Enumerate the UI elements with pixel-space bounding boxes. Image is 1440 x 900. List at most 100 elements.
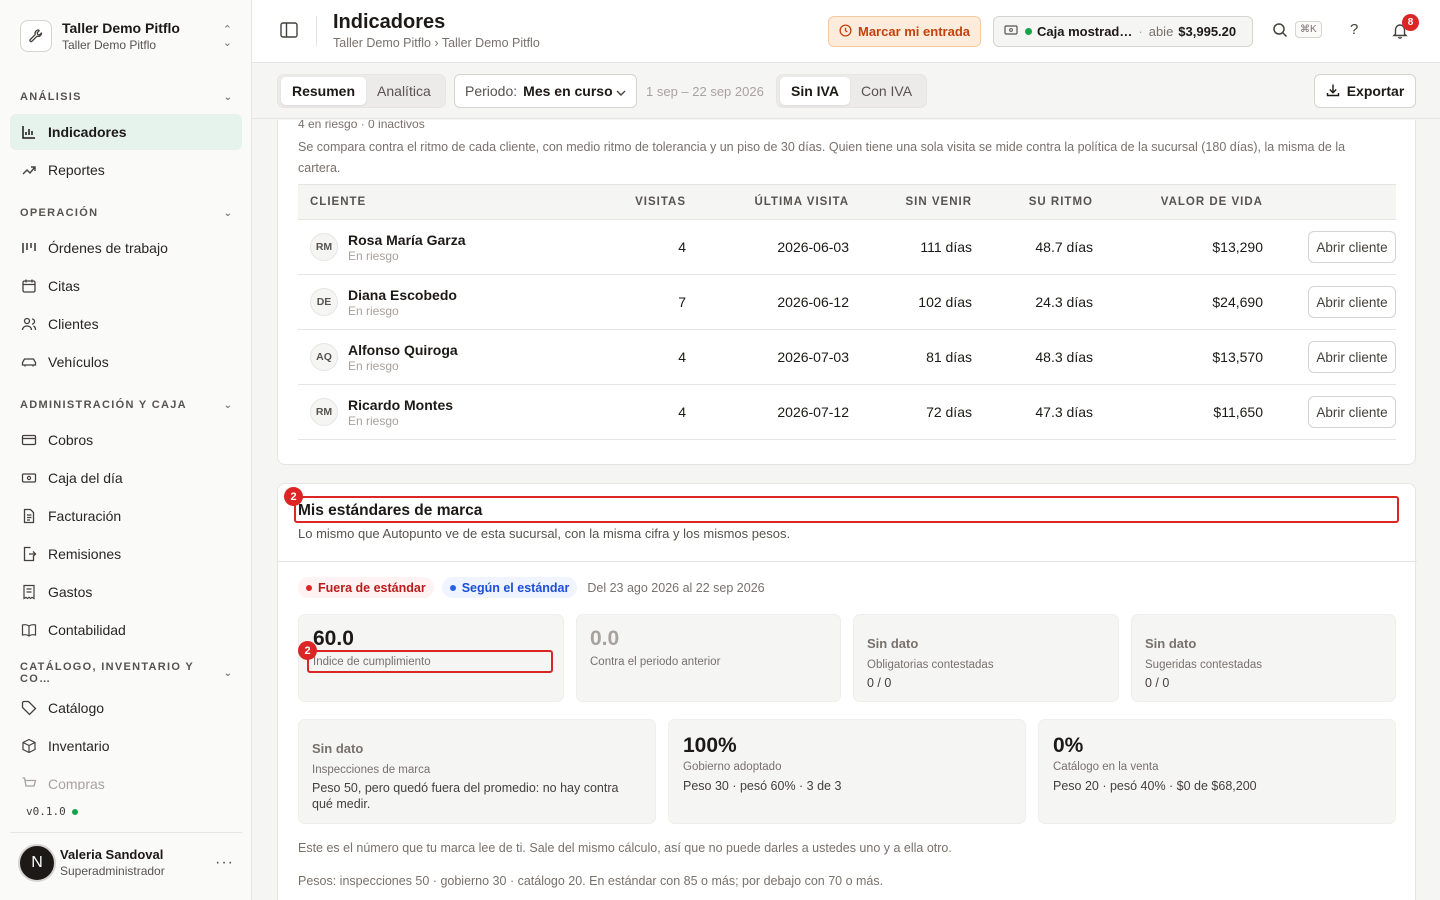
cell-rhythm: 48.7 días xyxy=(1035,239,1093,255)
credit-card-icon xyxy=(20,431,38,449)
sidebar-item-label: Caja del día xyxy=(48,470,123,486)
sidebar-item-label: Vehículos xyxy=(48,354,109,370)
sidebar-item-caja[interactable]: Caja del día xyxy=(10,460,242,496)
sidebar-item-label: Remisiones xyxy=(48,546,122,562)
sidebar-item-remisiones[interactable]: Remisiones xyxy=(10,536,242,572)
tab-analitica[interactable]: Analítica xyxy=(366,77,442,105)
iva-option-sin[interactable]: Sin IVA xyxy=(780,77,850,105)
sidebar-item-compras[interactable]: Compras xyxy=(10,766,242,790)
register-name: Caja mostrad… xyxy=(1037,24,1133,39)
org-subtitle: Taller Demo Pitflo xyxy=(62,38,157,52)
kanban-icon xyxy=(20,239,38,257)
standards-legend: Fuera de estándar Según el estándar Del … xyxy=(298,577,765,598)
tile-label: Inspecciones de marca xyxy=(312,764,431,776)
sidebar-item-reportes[interactable]: Reportes xyxy=(10,152,242,188)
sidebar-item-citas[interactable]: Citas xyxy=(10,268,242,304)
cell-rhythm: 24.3 días xyxy=(1035,294,1093,310)
sidebar-item-ordenes[interactable]: Órdenes de trabajo xyxy=(10,230,242,266)
section-operacion[interactable]: Operación ⌄ xyxy=(10,196,242,230)
sidebar-item-label: Reportes xyxy=(48,162,105,178)
section-analisis[interactable]: Análisis ⌄ xyxy=(10,80,242,114)
users-icon xyxy=(20,315,38,333)
register-status: abie xyxy=(1148,24,1174,39)
tile-value: 100% xyxy=(683,734,737,757)
client-status: En riesgo xyxy=(348,358,399,373)
cash-register-selector[interactable]: Caja mostrad… · abie $3,995.20 xyxy=(993,16,1253,47)
status-dot xyxy=(71,808,78,815)
chart-icon xyxy=(20,123,38,141)
user-menu[interactable]: N Valeria Sandoval Superadministrador ··… xyxy=(10,832,242,892)
suggested-answered-tile: Sin dato Sugeridas contestadas 0 / 0 xyxy=(1131,614,1396,702)
table-row: RM Rosa María Garza En riesgo 4 2026-06-03… xyxy=(298,220,1396,275)
export-button[interactable]: Exportar xyxy=(1314,74,1416,108)
tab-resumen[interactable]: Resumen xyxy=(281,77,367,105)
sidebar-toggle-icon[interactable] xyxy=(280,22,300,40)
chevron-down-icon xyxy=(616,83,626,99)
sidebar-item-label: Gastos xyxy=(48,584,93,600)
sidebar-item-vehiculos[interactable]: Vehículos xyxy=(10,344,242,380)
cell-absent: 111 días xyxy=(920,239,972,255)
help-icon[interactable]: ? xyxy=(1350,21,1358,38)
legend-dates: Del 23 ago 2026 al 22 sep 2026 xyxy=(587,580,765,595)
sidebar-item-label: Indicadores xyxy=(48,124,127,140)
sidebar-item-cobros[interactable]: Cobros xyxy=(10,422,242,458)
divider xyxy=(278,561,1417,562)
more-icon[interactable]: ··· xyxy=(215,854,234,872)
cash-icon xyxy=(20,469,38,487)
section-administracion[interactable]: Administración y caja ⌄ xyxy=(10,388,242,422)
section-catalogo[interactable]: Catálogo, inventario y co… ⌄ xyxy=(10,656,242,690)
book-open-icon xyxy=(20,621,38,639)
risk-description: Se compara contra el ritmo de cada clien… xyxy=(298,140,1346,175)
cell-ltv: $13,570 xyxy=(1212,349,1263,365)
brand-inspections-tile: Sin dato Inspecciones de marca Peso 50, … xyxy=(298,719,656,824)
file-export-icon xyxy=(20,545,38,563)
client-avatar: AQ xyxy=(310,343,338,371)
legend-label: Fuera de estándar xyxy=(318,580,426,595)
sidebar-item-contabilidad[interactable]: Contabilidad xyxy=(10,612,242,648)
sidebar-item-clientes[interactable]: Clientes xyxy=(10,306,242,342)
tile-value: Sin dato xyxy=(867,636,919,651)
open-client-button[interactable]: Abrir cliente xyxy=(1308,231,1396,263)
sidebar-item-catalogo[interactable]: Catálogo xyxy=(10,690,242,726)
brand-standards-card: Mis estándares de marca Lo mismo que Aut… xyxy=(277,483,1417,900)
open-client-button[interactable]: Abrir cliente xyxy=(1308,396,1396,428)
cash-icon xyxy=(1004,24,1018,39)
sidebar-item-gastos[interactable]: Gastos xyxy=(10,574,242,610)
legend-per-standard: Según el estándar xyxy=(441,577,578,598)
status-dot xyxy=(1025,28,1032,35)
client-name: Alfonso Quiroga xyxy=(348,341,458,358)
open-client-button[interactable]: Abrir cliente xyxy=(1308,286,1396,318)
client-name: Diana Escobedo xyxy=(348,286,457,303)
chevron-updown-icon: ⌃ ⌄ xyxy=(222,24,232,49)
box-icon xyxy=(20,737,38,755)
iva-option-con[interactable]: Con IVA xyxy=(850,77,923,105)
client-status: En riesgo xyxy=(348,303,399,318)
col-sin-venir: Sin venir xyxy=(905,196,972,208)
open-client-button[interactable]: Abrir cliente xyxy=(1308,341,1396,373)
client-status: En riesgo xyxy=(348,413,399,428)
search-icon[interactable] xyxy=(1272,22,1288,41)
sidebar-item-inventario[interactable]: Inventario xyxy=(10,728,242,764)
export-label: Exportar xyxy=(1346,83,1405,99)
tag-icon xyxy=(20,699,38,717)
sidebar-item-label: Compras xyxy=(48,776,105,790)
annotation-badge: 2 xyxy=(284,487,303,506)
page-title: Indicadores xyxy=(333,11,446,33)
date-range: 1 sep – 22 sep 2026 xyxy=(646,84,764,99)
sidebar-item-label: Citas xyxy=(48,278,80,294)
org-switcher[interactable]: Taller Demo Pitflo Taller Demo Pitflo ⌃ ⌄ xyxy=(10,10,242,62)
tile-value: Sin dato xyxy=(312,741,364,756)
org-name: Taller Demo Pitflo xyxy=(62,20,180,36)
sidebar-item-indicadores[interactable]: Indicadores xyxy=(10,114,242,150)
receipt-icon xyxy=(20,583,38,601)
sidebar-item-facturacion[interactable]: Facturación xyxy=(10,498,242,534)
period-label: Periodo: xyxy=(465,83,518,99)
section-title: Operación xyxy=(20,207,99,219)
annotation-box xyxy=(307,650,553,673)
register-amount: $3,995.20 xyxy=(1178,24,1237,39)
period-select[interactable]: Periodo: Mes en curso xyxy=(454,74,637,108)
clock-in-button[interactable]: Marcar mi entrada xyxy=(828,16,981,47)
footnote: Este es el número que tu marca lee de ti… xyxy=(298,841,952,855)
cell-visits: 4 xyxy=(678,404,686,420)
col-valor-de-vida: Valor de vida xyxy=(1160,196,1263,208)
